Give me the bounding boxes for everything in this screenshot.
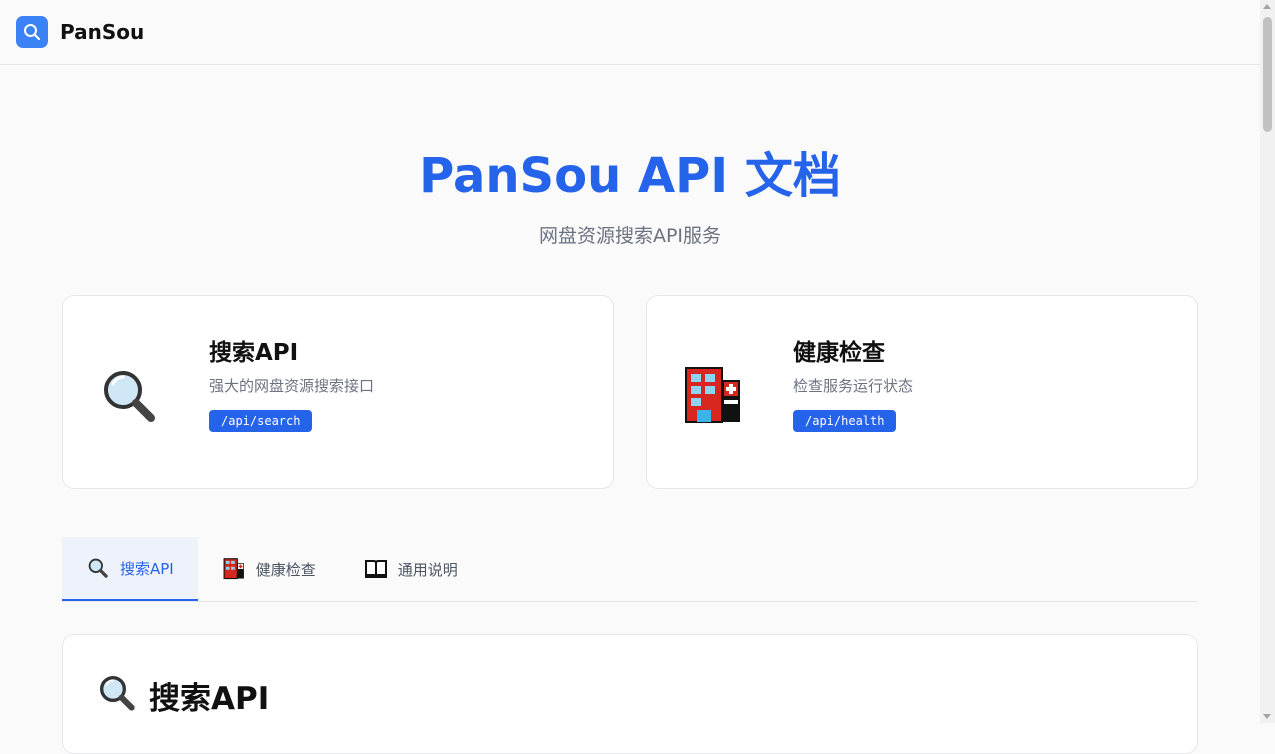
- tab-label: 健康检查: [255, 560, 316, 579]
- tab-general-notes[interactable]: 通用说明: [340, 537, 482, 601]
- card-description: 强大的网盘资源搜索接口: [209, 377, 375, 395]
- tab-label: 搜索API: [120, 559, 174, 578]
- page-title: PanSou API 文档: [419, 148, 841, 204]
- book-icon: [364, 557, 388, 581]
- scroll-up-arrow-icon[interactable]: [1263, 4, 1271, 9]
- endpoint-badge: /api/search: [209, 410, 313, 432]
- search-api-card[interactable]: 搜索API 强大的网盘资源搜索接口 /api/search: [62, 295, 614, 489]
- tab-search-api[interactable]: 搜索API: [62, 537, 198, 601]
- endpoint-badge: /api/health: [793, 410, 897, 432]
- page-scrollbar[interactable]: [1260, 0, 1275, 723]
- tab-bar: 搜索API 健康检查 通用说明: [62, 537, 1198, 602]
- search-api-section: 搜索API: [62, 634, 1198, 754]
- section-title: 搜索API: [149, 681, 270, 717]
- magnifier-icon: [100, 676, 135, 711]
- tab-health-check[interactable]: 健康检查: [198, 537, 340, 601]
- hospital-icon: [222, 557, 246, 581]
- hospital-icon: [685, 367, 740, 423]
- magnifier-icon: [104, 371, 155, 422]
- scroll-down-arrow-icon[interactable]: [1263, 714, 1271, 719]
- card-title: 健康检查: [793, 340, 885, 366]
- top-header: PanSou: [0, 0, 1260, 65]
- scroll-thumb[interactable]: [1263, 17, 1272, 132]
- card-description: 检查服务运行状态: [793, 377, 914, 395]
- health-check-card[interactable]: 健康检查 检查服务运行状态 /api/health: [646, 295, 1198, 489]
- card-title: 搜索API: [209, 340, 299, 366]
- tab-label: 通用说明: [397, 560, 458, 579]
- page-subtitle: 网盘资源搜索API服务: [538, 225, 722, 247]
- search-icon: [24, 24, 41, 41]
- brand-name[interactable]: PanSou: [60, 20, 144, 44]
- logo[interactable]: [16, 16, 48, 48]
- magnifier-icon: [86, 556, 110, 580]
